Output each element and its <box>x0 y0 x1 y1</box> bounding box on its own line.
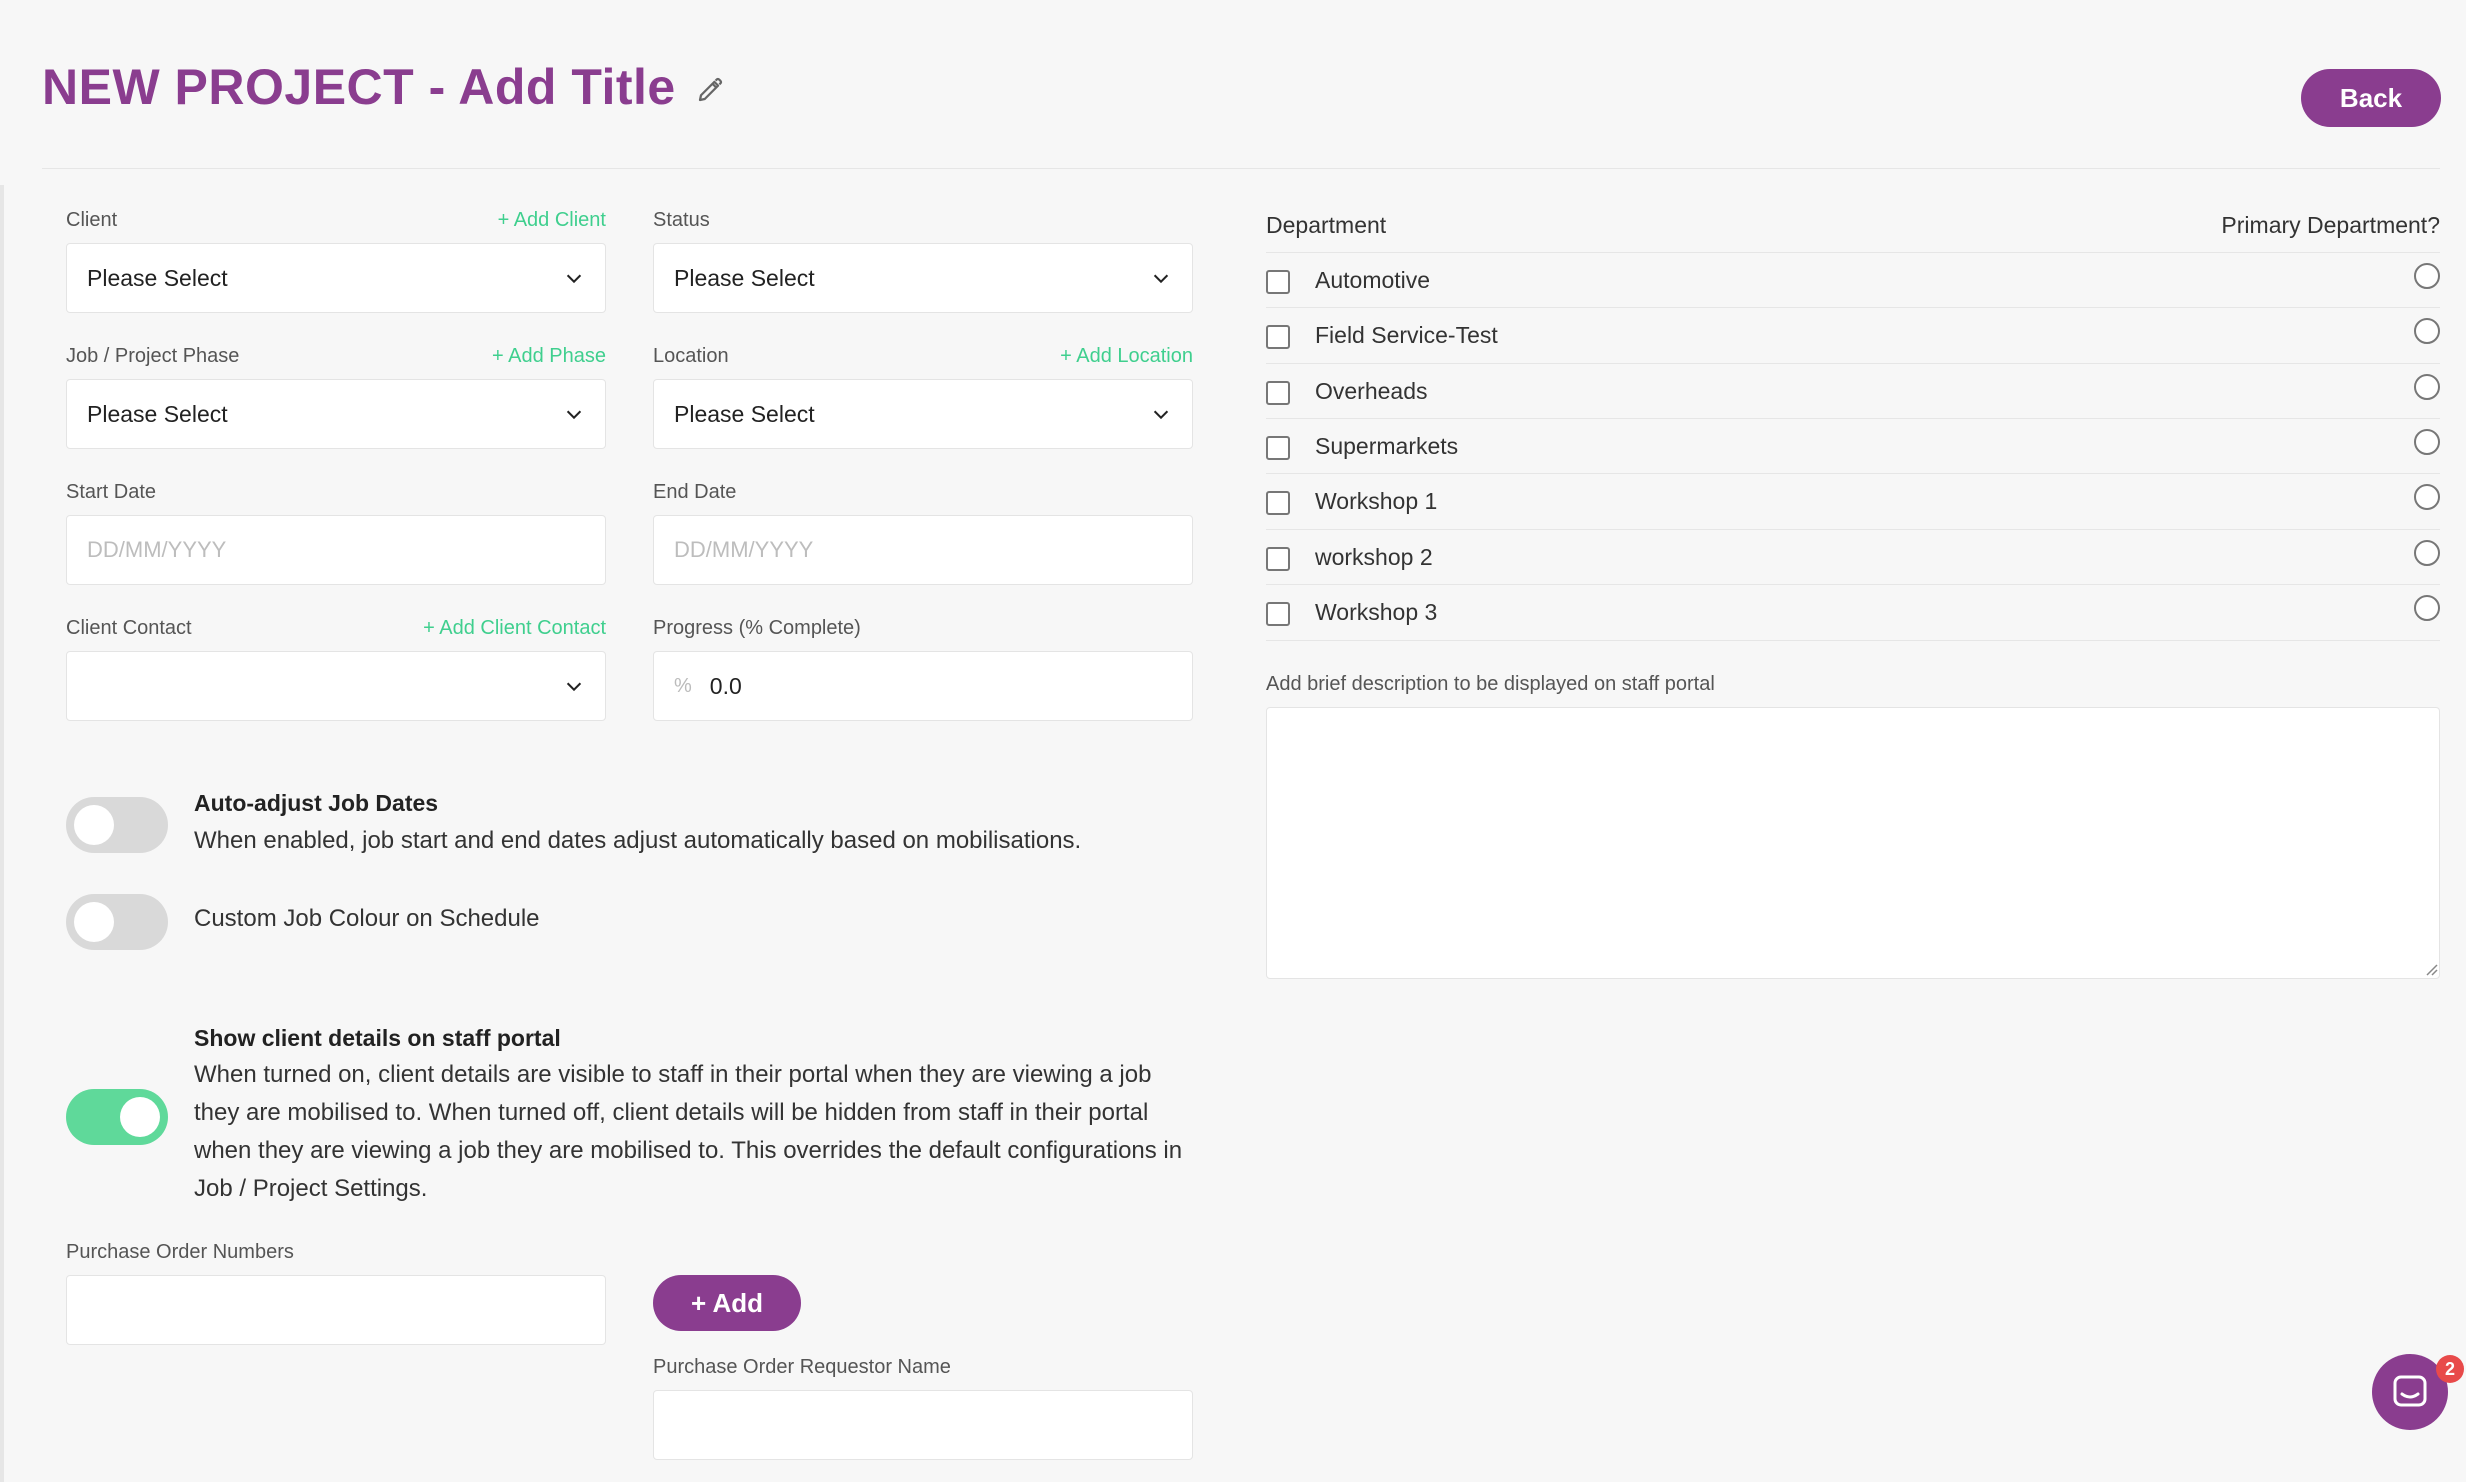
back-button[interactable]: Back <box>2301 69 2441 127</box>
department-name: Overheads <box>1315 378 1428 404</box>
show-client-details-toggle[interactable] <box>66 1089 168 1145</box>
status-select-value: Please Select <box>674 264 815 291</box>
progress-input[interactable]: % 0.0 <box>653 651 1193 721</box>
show-client-details-title: Show client details on staff portal <box>194 1025 561 1051</box>
primary-department-radio[interactable] <box>2414 595 2440 621</box>
department-checkbox[interactable] <box>1266 491 1290 515</box>
department-checkbox[interactable] <box>1266 270 1290 294</box>
show-client-details-description: When turned on, client details are visib… <box>194 1061 1183 1202</box>
department-row: Field Service-Test <box>1266 307 2440 362</box>
project-form-page: NEW PROJECT - Add Title Back Client + Ad… <box>0 0 2466 1482</box>
end-date-input[interactable]: DD/MM/YYYY <box>653 515 1193 585</box>
department-checkbox[interactable] <box>1266 381 1290 405</box>
department-name: Automotive <box>1315 267 1431 293</box>
start-date-label: Start Date <box>66 481 157 503</box>
chevron-down-icon <box>566 274 582 284</box>
start-date-input[interactable]: DD/MM/YYYY <box>66 515 606 585</box>
auto-adjust-description: When enabled, job start and end dates ad… <box>194 827 1082 854</box>
client-contact-select[interactable] <box>66 651 606 721</box>
progress-label: Progress (% Complete) <box>653 617 861 639</box>
department-checkbox[interactable] <box>1266 325 1290 349</box>
department-row: Workshop 1 <box>1266 473 2440 528</box>
left-edge <box>0 185 4 1482</box>
chevron-down-icon <box>566 410 582 420</box>
add-po-button[interactable]: + Add <box>653 1275 801 1331</box>
start-date-placeholder: DD/MM/YYYY <box>87 537 227 562</box>
primary-department-radio[interactable] <box>2414 484 2440 510</box>
client-select-value: Please Select <box>87 264 228 291</box>
toggle-knob <box>74 805 114 845</box>
po-numbers-label: Purchase Order Numbers <box>66 1241 294 1263</box>
toggle-knob <box>120 1097 160 1137</box>
percent-icon: % <box>674 674 692 697</box>
chevron-down-icon <box>1153 410 1169 420</box>
resize-grip-icon[interactable] <box>2424 962 2438 976</box>
primary-department-radio[interactable] <box>2414 540 2440 566</box>
po-requestor-input[interactable] <box>653 1390 1193 1460</box>
custom-colour-toggle[interactable] <box>66 894 168 950</box>
header-divider <box>42 168 2440 169</box>
status-label: Status <box>653 209 710 231</box>
description-label: Add brief description to be displayed on… <box>1266 673 1715 695</box>
description-textarea[interactable] <box>1266 707 2440 979</box>
client-contact-label: Client Contact <box>66 617 192 639</box>
location-select-value: Please Select <box>674 400 815 427</box>
end-date-placeholder: DD/MM/YYYY <box>674 537 814 562</box>
department-row: workshop 2 <box>1266 529 2440 584</box>
phase-select-value: Please Select <box>87 400 228 427</box>
department-row: Supermarkets <box>1266 418 2440 473</box>
primary-department-radio[interactable] <box>2414 263 2440 289</box>
primary-department-radio[interactable] <box>2414 429 2440 455</box>
chevron-down-icon <box>566 682 582 692</box>
add-client-link[interactable]: + Add Client <box>498 209 606 232</box>
toggle-knob <box>74 902 114 942</box>
department-name: Workshop 3 <box>1315 599 1438 625</box>
department-name: Supermarkets <box>1315 433 1459 459</box>
chevron-down-icon <box>1153 274 1169 284</box>
add-location-link[interactable]: + Add Location <box>1060 345 1193 368</box>
auto-adjust-title: Auto-adjust Job Dates <box>194 790 439 816</box>
chat-icon <box>2393 1375 2427 1407</box>
department-row: Overheads <box>1266 363 2440 418</box>
client-select[interactable]: Please Select <box>66 243 606 313</box>
end-date-label: End Date <box>653 481 737 503</box>
custom-colour-label: Custom Job Colour on Schedule <box>194 905 540 932</box>
department-name: Workshop 1 <box>1315 488 1438 514</box>
notification-badge: 2 <box>2436 1355 2464 1383</box>
po-requestor-label: Purchase Order Requestor Name <box>653 1356 951 1378</box>
department-table-bottom <box>1266 640 2440 641</box>
department-checkbox[interactable] <box>1266 436 1290 460</box>
department-name: workshop 2 <box>1315 544 1433 570</box>
progress-value: 0.0 <box>709 672 742 699</box>
primary-department-radio[interactable] <box>2414 318 2440 344</box>
department-checkbox[interactable] <box>1266 547 1290 571</box>
page-title: NEW PROJECT - Add Title <box>42 59 676 115</box>
client-label: Client <box>66 209 118 231</box>
department-row: Automotive <box>1266 252 2440 307</box>
add-phase-link[interactable]: + Add Phase <box>492 345 606 368</box>
pencil-icon[interactable] <box>695 75 725 105</box>
department-name: Field Service-Test <box>1315 322 1498 348</box>
po-numbers-input[interactable] <box>66 1275 606 1345</box>
department-checkbox[interactable] <box>1266 602 1290 626</box>
add-client-contact-link[interactable]: + Add Client Contact <box>423 617 606 640</box>
department-row: Workshop 3 <box>1266 584 2440 639</box>
department-heading: Department <box>1266 212 1387 238</box>
phase-label: Job / Project Phase <box>66 345 240 367</box>
location-select[interactable]: Please Select <box>653 379 1193 449</box>
auto-adjust-toggle[interactable] <box>66 797 168 853</box>
phase-select[interactable]: Please Select <box>66 379 606 449</box>
location-label: Location <box>653 345 729 367</box>
status-select[interactable]: Please Select <box>653 243 1193 313</box>
primary-department-radio[interactable] <box>2414 374 2440 400</box>
primary-department-heading: Primary Department? <box>2221 212 2440 238</box>
